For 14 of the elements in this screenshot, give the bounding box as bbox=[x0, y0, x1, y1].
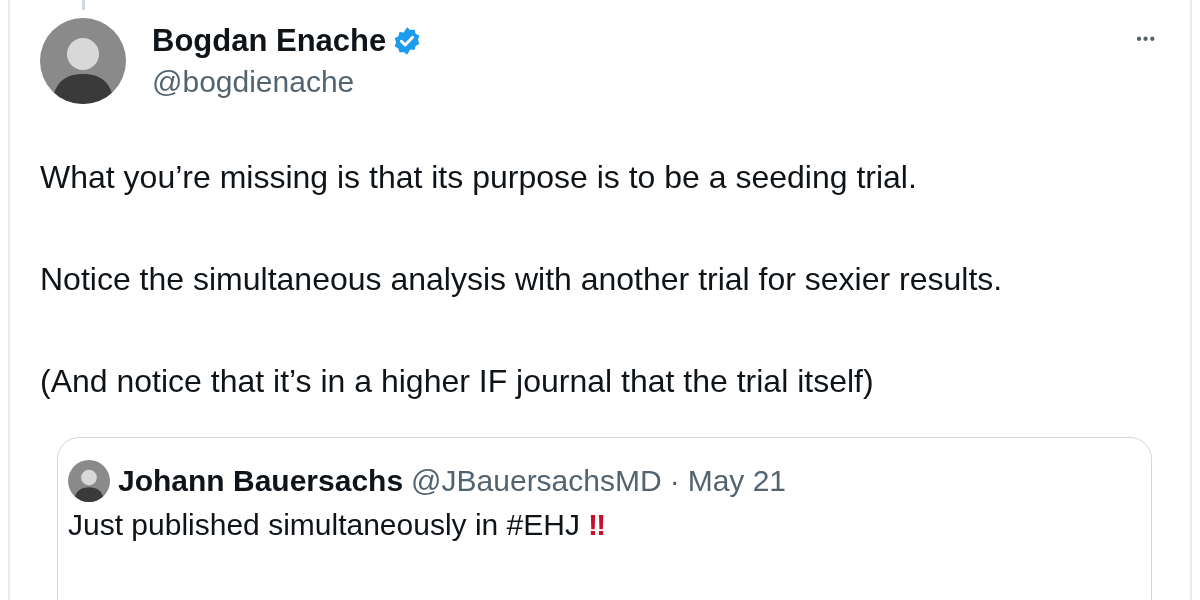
author-name[interactable]: Bogdan Enache bbox=[152, 23, 387, 59]
author-handle[interactable]: @bogdienache bbox=[152, 65, 423, 99]
quoted-tweet-card[interactable]: Johann Bauersachs @JBauersachsMD · May 21 Just published simultaneously in #EHJ ‼ bbox=[57, 437, 1152, 600]
tweet-text: Notice the simultaneous analysis with another trial for sexier results. bbox=[40, 260, 1004, 299]
separator: · bbox=[669, 464, 680, 498]
quoted-tweet-text: Just published simultaneously in #EHJ bbox=[68, 508, 580, 542]
tweet-text: (And notice that it’s in a higher IF journal that the trial itself) bbox=[40, 362, 875, 401]
quoted-avatar[interactable] bbox=[68, 460, 110, 502]
quoted-author-name[interactable]: Johann Bauersachs bbox=[118, 464, 404, 498]
double-exclamation-emoji: ‼ bbox=[587, 508, 607, 542]
quoted-author-handle[interactable]: @JBauersachsMD bbox=[411, 464, 662, 498]
more-button[interactable]: ••• bbox=[1134, 28, 1158, 50]
tweet-text: What you’re missing is that its purpose is to be a seeding trial. bbox=[40, 158, 918, 197]
quoted-date[interactable]: May 21 bbox=[687, 464, 787, 498]
